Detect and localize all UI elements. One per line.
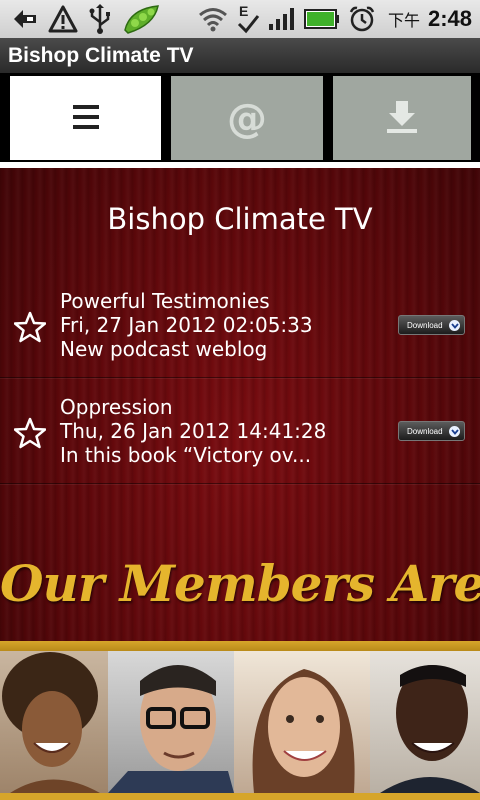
item-text: Powerful Testimonies Fri, 27 Jan 2012 02… (60, 289, 313, 361)
chevron-down-icon (449, 426, 460, 437)
battery-icon (303, 4, 340, 34)
signal-icon (268, 4, 296, 34)
member-photo (0, 651, 108, 793)
tab-list[interactable] (10, 76, 161, 162)
feed-title: Bishop Climate TV (107, 202, 373, 236)
pea-pod-icon (122, 4, 162, 34)
usb-icon (88, 4, 112, 34)
feed-panel: Bishop Climate TV Powerful Testimonies F… (0, 168, 480, 800)
list-item[interactable]: Oppression Thu, 26 Jan 2012 14:41:28 In … (0, 378, 480, 484)
download-icon (385, 99, 419, 139)
app-title-bar: Bishop Climate TV (0, 38, 480, 74)
member-photos (0, 651, 480, 793)
item-date: Thu, 26 Jan 2012 14:41:28 (60, 419, 327, 443)
network-e-icon: E (236, 3, 260, 34)
clock-ampm: 下午 (387, 11, 420, 30)
banner-gold-bottom (0, 793, 480, 800)
item-summary: In this book “Victory ov... (60, 443, 312, 467)
tab-bar: @ (0, 74, 480, 162)
item-title: Powerful Testimonies (60, 289, 270, 313)
warning-icon (48, 4, 78, 34)
star-icon[interactable] (13, 417, 47, 449)
banner-text: Our Members Are Great (0, 554, 480, 613)
item-summary: New podcast weblog (60, 337, 268, 361)
alarm-icon (348, 4, 376, 34)
chevron-down-icon (449, 320, 460, 331)
download-button[interactable]: Download (398, 315, 465, 335)
list-icon (71, 102, 101, 136)
members-banner: Our Members Are Great (0, 524, 480, 800)
wifi-icon (198, 4, 228, 34)
banner-gold-stripe (0, 641, 480, 651)
list-item[interactable]: Powerful Testimonies Fri, 27 Jan 2012 02… (0, 272, 480, 378)
member-photo (234, 651, 370, 793)
star-icon[interactable] (13, 311, 47, 343)
item-date: Fri, 27 Jan 2012 02:05:33 (60, 313, 313, 337)
tab-download[interactable] (333, 76, 471, 162)
download-button-label: Download (407, 320, 443, 330)
download-button-label: Download (407, 426, 443, 436)
at-icon: @ (227, 96, 267, 142)
app-title: Bishop Climate TV (8, 43, 194, 67)
clock-time: 2:48 (427, 6, 472, 31)
download-button[interactable]: Download (398, 421, 465, 441)
tab-at[interactable]: @ (171, 76, 323, 162)
item-text: Oppression Thu, 26 Jan 2012 14:41:28 In … (60, 395, 326, 467)
item-title: Oppression (60, 395, 173, 419)
back-arrow-icon (12, 4, 38, 34)
member-photo (108, 651, 234, 793)
status-bar: E 下午 2:48 (0, 0, 480, 38)
member-photo (370, 651, 480, 793)
